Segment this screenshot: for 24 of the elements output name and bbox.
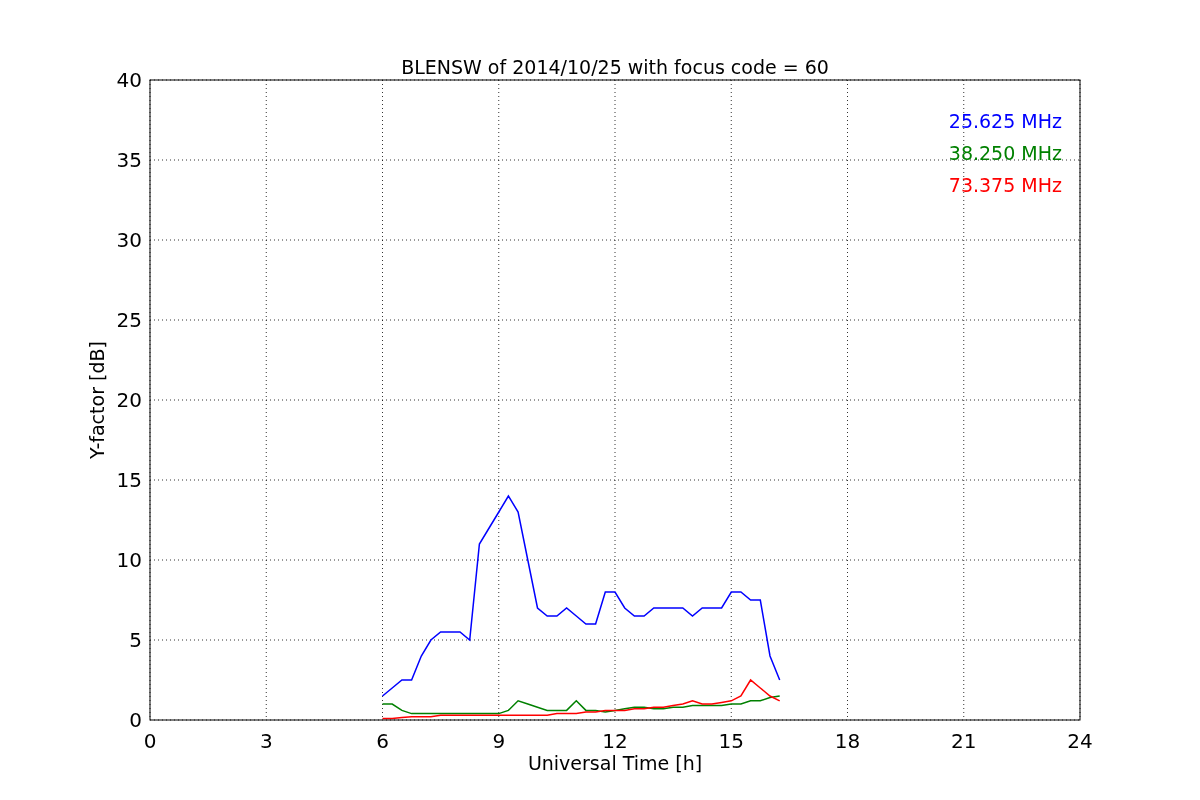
tick-label: 3	[259, 729, 273, 753]
tick-label: 30	[116, 228, 142, 252]
tick-label: 21	[951, 729, 977, 753]
tick-label: 0	[129, 708, 142, 732]
tick-label: 15	[718, 729, 744, 753]
tick-label: 6	[376, 729, 389, 753]
tick-label: 24	[1067, 729, 1093, 753]
axis-label: Y-factor [dB]	[86, 341, 108, 459]
tick-label: 0	[143, 729, 157, 753]
tick-label: 18	[834, 729, 861, 753]
legend-label: 25.625 MHz	[948, 110, 1062, 132]
tick-label: 20	[116, 388, 142, 412]
tick-label: 12	[602, 729, 628, 753]
legend-label: 38.250 MHz	[948, 142, 1062, 164]
tick-label: 10	[116, 548, 142, 572]
tick-label: 5	[129, 628, 142, 652]
tick-label: 15	[116, 468, 142, 492]
tick-label: 40	[116, 68, 142, 92]
chart-title: BLENSW of 2014/10/25 with focus code = 60	[401, 56, 829, 78]
tick-label: 25	[116, 308, 142, 332]
tick-label: 9	[492, 729, 506, 753]
axis-label: Universal Time [h]	[527, 752, 703, 774]
tick-label: 35	[116, 148, 142, 172]
legend-label: 73.375 MHz	[948, 174, 1062, 196]
